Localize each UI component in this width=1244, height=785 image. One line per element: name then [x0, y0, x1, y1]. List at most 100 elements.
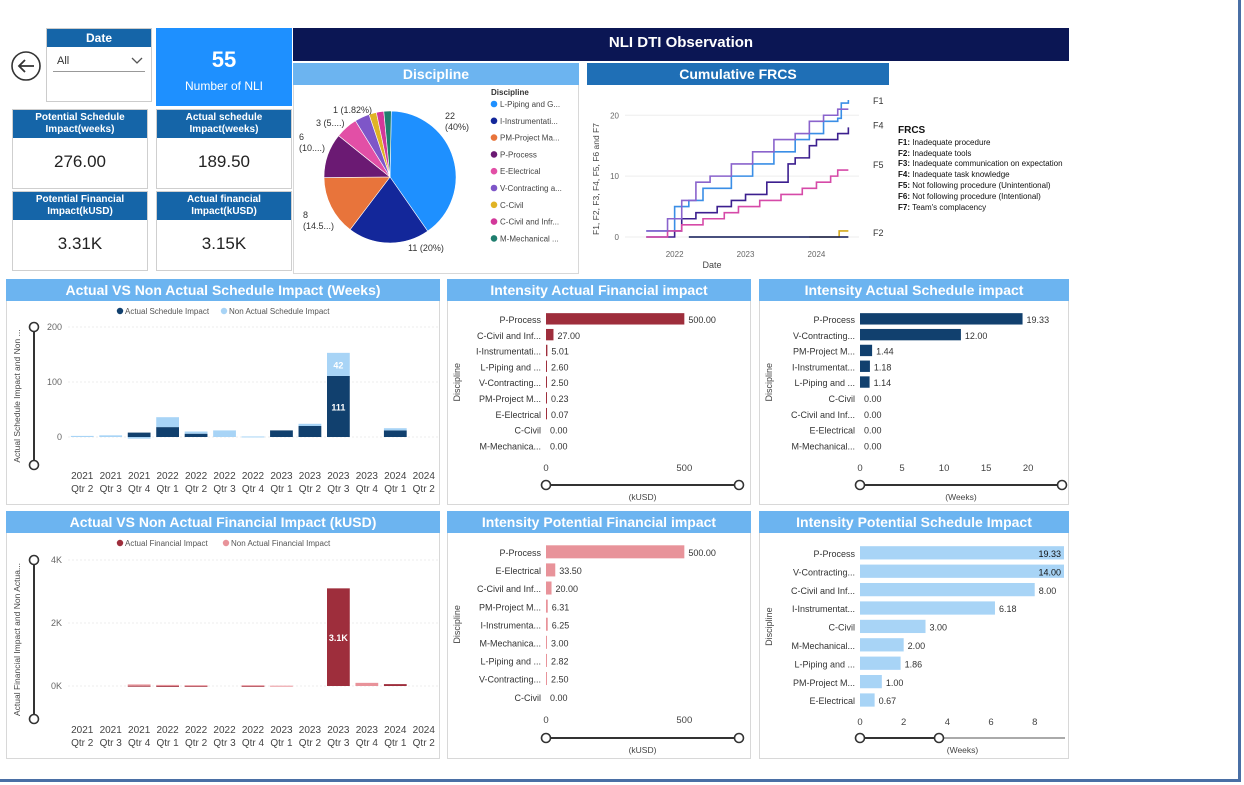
hbar[interactable] [860, 674, 882, 689]
column-bar[interactable] [270, 685, 293, 687]
date-slicer[interactable]: Date All [46, 28, 152, 102]
hbar[interactable] [546, 653, 547, 667]
back-button[interactable] [10, 50, 42, 82]
date-dropdown[interactable]: All [53, 53, 145, 72]
hbar[interactable] [860, 376, 870, 388]
hbar[interactable] [546, 545, 685, 559]
x-tick-label: 0 [857, 717, 862, 728]
column-bar[interactable] [127, 437, 151, 439]
pie-legend-entry[interactable]: P-Process [500, 150, 537, 159]
x-tick-quarter: Qtr 2 [185, 738, 208, 749]
hbar[interactable] [860, 582, 1035, 597]
frcs-series-line[interactable] [646, 100, 850, 232]
column-bar[interactable] [184, 685, 208, 687]
pie-legend-entry[interactable]: E-Electrical [500, 167, 541, 176]
hbar[interactable] [546, 392, 547, 404]
category-label: C-Civil and Inf... [477, 584, 541, 594]
column-bar[interactable] [127, 684, 151, 686]
column-bar[interactable] [99, 435, 123, 437]
column-bar[interactable] [127, 432, 151, 437]
hbar-data-label: 6.25 [552, 620, 570, 630]
frcs-series-line[interactable] [646, 108, 849, 232]
pie-legend-entry[interactable]: I-Instrumentati... [500, 117, 558, 126]
hbar[interactable] [860, 693, 875, 707]
pie-legend-entry[interactable]: V-Contracting a... [500, 184, 562, 193]
intensity-actual-schedule-title: Intensity Actual Schedule impact [759, 279, 1069, 301]
column-bar[interactable] [156, 684, 179, 686]
column-bar[interactable] [298, 423, 322, 426]
hbar[interactable] [860, 546, 1064, 560]
column-bar[interactable] [355, 682, 379, 686]
hbar[interactable] [860, 638, 904, 652]
pie-legend-entry[interactable]: C-Civil [500, 201, 524, 210]
column-bar[interactable] [184, 433, 208, 437]
category-label: M-Mechanical... [791, 641, 855, 651]
frcs-legend: FRCS F1: Inadequate procedure F2: Inadequ… [898, 125, 1078, 213]
range-slider-handle[interactable] [854, 732, 866, 744]
hbar[interactable] [546, 313, 685, 325]
x-tick-quarter: Qtr 4 [242, 738, 265, 749]
column-bar[interactable] [156, 427, 179, 437]
range-slider-handle[interactable] [854, 479, 866, 491]
hbar[interactable] [546, 328, 554, 341]
hbar[interactable] [546, 599, 548, 613]
column-bar[interactable] [184, 431, 208, 434]
range-slider-handle[interactable] [28, 321, 40, 333]
hbar[interactable] [860, 601, 995, 615]
hbar[interactable] [546, 376, 547, 388]
hbar[interactable] [860, 360, 870, 372]
range-slider-handle[interactable] [1056, 479, 1068, 491]
kpi-value: 276.00 [54, 152, 106, 171]
pie-legend-entry[interactable]: PM-Project Ma... [500, 134, 560, 143]
frcs-series-line[interactable] [646, 169, 849, 238]
column-bar[interactable] [298, 426, 322, 437]
range-slider-handle[interactable] [733, 479, 745, 491]
frcs-series-line[interactable] [809, 230, 849, 238]
legend-entry[interactable]: Non Actual Schedule Impact [229, 307, 330, 316]
legend-entry[interactable]: Actual Financial Impact [125, 539, 208, 548]
category-label: L-Piping and ... [794, 659, 855, 669]
hbar[interactable] [860, 656, 901, 670]
column-bar[interactable] [383, 430, 407, 437]
hbar[interactable] [546, 635, 547, 649]
hbar[interactable] [546, 344, 548, 357]
hbar[interactable] [546, 672, 547, 686]
hbar[interactable] [546, 581, 552, 595]
hbar[interactable] [546, 563, 556, 577]
x-tick-year: 2022 [213, 725, 236, 736]
range-slider-handle[interactable] [540, 732, 552, 744]
column-bar[interactable] [241, 685, 265, 687]
range-slider-handle[interactable] [28, 459, 40, 471]
hbar-data-label: 1.44 [876, 347, 894, 357]
range-slider-handle[interactable] [733, 732, 745, 744]
column-bar[interactable] [70, 435, 94, 437]
range-slider-handle[interactable] [28, 713, 40, 725]
category-label: PM-Project M... [479, 602, 541, 612]
hbar-data-label: 19.33 [1038, 549, 1061, 559]
hbar[interactable] [860, 564, 1064, 578]
legend-entry[interactable]: Actual Schedule Impact [125, 307, 210, 316]
range-slider-handle[interactable] [28, 554, 40, 566]
column-bar[interactable] [241, 436, 265, 438]
hbar[interactable] [860, 328, 961, 341]
hbar[interactable] [546, 407, 547, 420]
column-bar[interactable] [213, 430, 236, 437]
column-bar[interactable] [383, 428, 407, 431]
legend-entry[interactable]: Non Actual Financial Impact [231, 539, 331, 548]
range-slider-handle[interactable] [933, 732, 945, 744]
column-bar[interactable] [127, 685, 151, 687]
hbar[interactable] [860, 619, 926, 634]
pie-legend-entry[interactable]: L-Piping and G... [500, 100, 560, 109]
column-bar[interactable] [156, 417, 179, 428]
column-bar[interactable] [383, 684, 407, 686]
hbar[interactable] [860, 344, 873, 357]
hbar[interactable] [546, 360, 547, 372]
pie-legend-entry[interactable]: C-Civil and Infr... [500, 218, 559, 227]
pie-data-label: 8 (14.5...) [303, 210, 334, 231]
column-bar[interactable] [156, 685, 179, 687]
range-slider-handle[interactable] [540, 479, 552, 491]
hbar[interactable] [546, 617, 548, 631]
hbar[interactable] [860, 313, 1023, 325]
pie-legend-entry[interactable]: M-Mechanical ... [500, 234, 559, 243]
column-bar[interactable] [270, 430, 293, 437]
